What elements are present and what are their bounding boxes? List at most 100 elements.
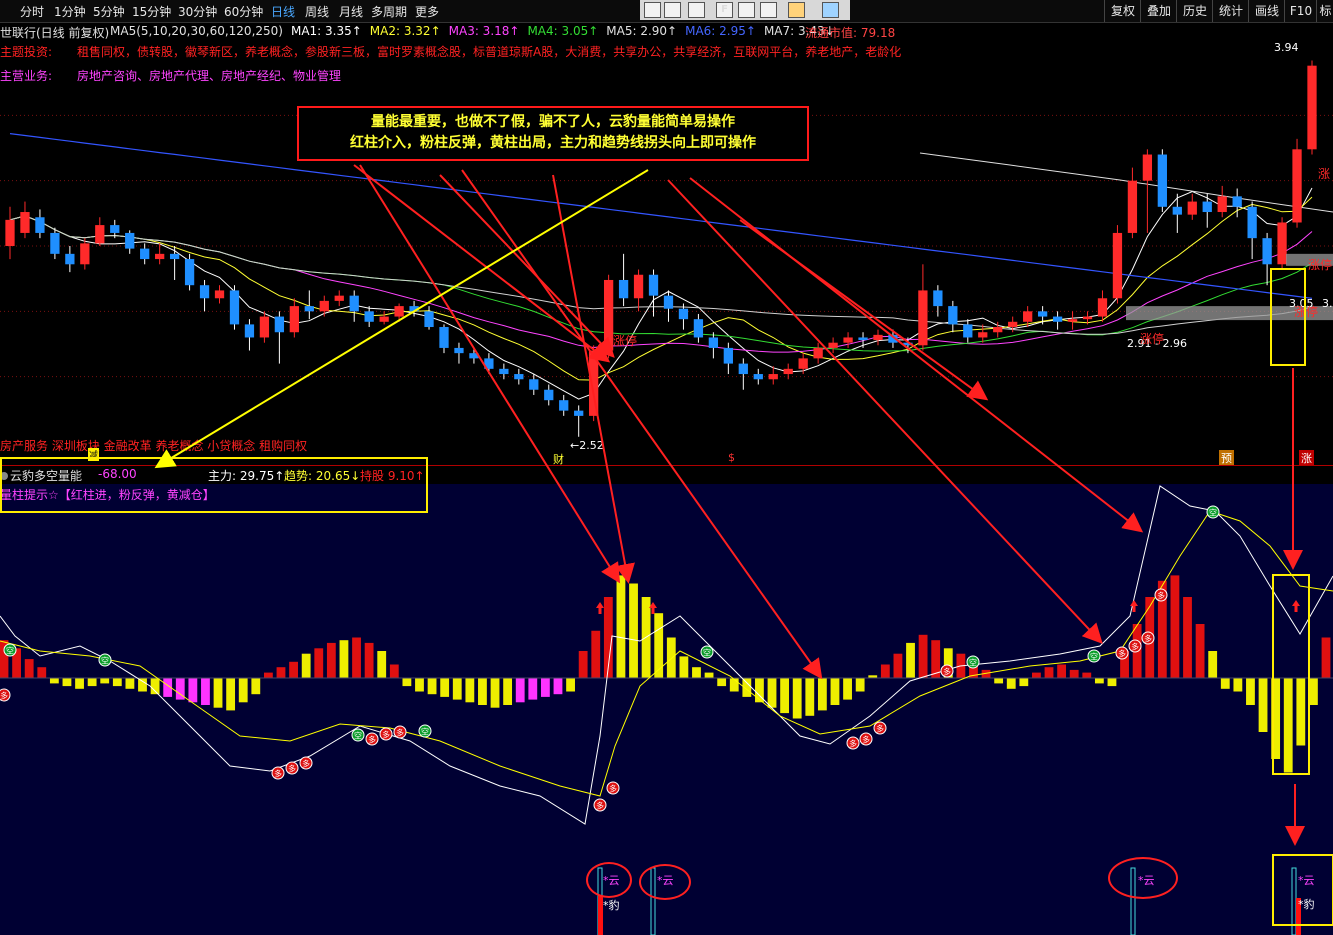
split-icon[interactable]	[688, 2, 705, 18]
candle-body-49	[738, 363, 748, 375]
business-text: 房地产咨询、房地产代理、房地产经纪、物业管理	[77, 69, 342, 83]
volume-bar-15	[188, 678, 198, 703]
ma-legend-item-4: MA4: 3.05↑	[527, 24, 599, 38]
formula-icon[interactable]: F	[716, 2, 733, 18]
pen-icon[interactable]	[822, 2, 839, 18]
toolbar-button-3[interactable]: 统计	[1212, 0, 1249, 22]
low-price-label: ←2.52	[570, 439, 604, 452]
candle-body-31	[469, 353, 479, 359]
volume-bar-70	[880, 664, 890, 678]
toolbar-button-1[interactable]: 叠加	[1140, 0, 1177, 22]
save-icon[interactable]	[760, 2, 777, 18]
candle-body-26	[394, 306, 404, 317]
volume-bar-26	[326, 642, 336, 678]
palette-icon[interactable]	[788, 2, 805, 18]
volume-bar-84	[1057, 664, 1067, 678]
toolbar-button-4[interactable]: 画线	[1248, 0, 1285, 22]
bao-signal-4: *豹	[1298, 898, 1315, 911]
candle-body-53	[798, 358, 808, 369]
volume-bar-21	[263, 672, 273, 678]
candle-body-13	[199, 285, 210, 299]
volume-bar-87	[1094, 678, 1104, 684]
volume-bar-52	[654, 613, 664, 678]
volume-bar-10	[125, 678, 135, 689]
strategy-callout: 量能最重要，也做不了假，骗不了人，云豹量能简单易操作 红柱介入，粉柱反弹，黄柱出…	[297, 106, 809, 161]
volume-bar-88	[1107, 678, 1117, 687]
volume-bar-93	[1170, 575, 1180, 678]
ma-legend: MA5(5,10,20,30,60,120,250) MA1: 3.35↑ MA2:…	[110, 24, 843, 40]
volume-bar-8	[100, 678, 110, 684]
volume-bar-7	[87, 678, 97, 687]
duo-badge-text-9: 多	[849, 739, 857, 749]
volume-bar-45	[566, 678, 575, 692]
ma-legend-item-1: MA1: 3.35↑	[290, 24, 362, 38]
toolbar-button-2[interactable]: 历史	[1176, 0, 1213, 22]
price-chart[interactable]	[0, 22, 1333, 466]
volume-bar-37	[465, 678, 475, 703]
period-tab-1[interactable]: 1分钟	[54, 3, 86, 20]
volume-bar-81	[1019, 678, 1029, 687]
volume-bar-6	[75, 678, 84, 689]
yun-signal-3: *云	[1138, 874, 1155, 887]
candle-body-72	[1082, 316, 1093, 320]
bao-signal-1: *豹	[603, 899, 620, 912]
candle-body-42	[633, 274, 644, 299]
candle-body-4	[65, 253, 75, 265]
candle-body-35	[529, 379, 539, 390]
ma-legend-item-6: MA6: 2.95↑	[685, 24, 756, 38]
period-tab-7[interactable]: 周线	[305, 3, 329, 20]
volume-bar-46	[578, 651, 588, 678]
period-tab-3[interactable]: 15分钟	[132, 3, 171, 20]
period-tab-9[interactable]: 多周期	[371, 3, 407, 20]
duo-badge-text-4: 多	[368, 735, 376, 745]
period-tab-5[interactable]: 60分钟	[224, 3, 263, 20]
volume-bar-72	[906, 642, 915, 678]
toolbar-button-0[interactable]: 复权	[1104, 0, 1141, 22]
period-tab-4[interactable]: 30分钟	[178, 3, 217, 20]
duo-badge-text-11: 多	[876, 724, 884, 734]
candle-body-17	[259, 316, 270, 338]
candle-body-63	[948, 306, 958, 325]
candle-body-37	[559, 400, 569, 411]
volume-bar-43	[540, 678, 550, 697]
candle-body-58	[873, 334, 883, 341]
volume-bar-31	[389, 664, 399, 678]
period-tab-10[interactable]: 更多	[415, 3, 439, 20]
layout-icon[interactable]	[664, 2, 681, 18]
volume-bar-50	[629, 583, 638, 678]
volume-bar-4	[49, 678, 59, 684]
price-highlight-box	[1270, 268, 1306, 366]
candle-body-48	[723, 347, 733, 364]
candle-body-75	[1127, 180, 1138, 233]
yun-signal-1: *云	[603, 874, 620, 887]
period-tab-0[interactable]: 分时	[20, 3, 44, 20]
period-tab-8[interactable]: 月线	[339, 3, 363, 20]
candle-body-79	[1187, 201, 1197, 215]
duo-badge-text-16: 多	[1157, 591, 1165, 601]
volume-bar-47	[591, 630, 601, 678]
window-icon[interactable]	[644, 2, 661, 18]
candle-body-8	[125, 232, 135, 249]
period-tab-6[interactable]: 日线	[271, 3, 295, 20]
volume-bar-19	[238, 678, 248, 703]
volume-bar-39	[490, 678, 500, 708]
toolbar-button-6[interactable]: 标	[1316, 0, 1333, 22]
candle-body-70	[1052, 316, 1063, 322]
candle-body-27	[409, 306, 419, 312]
candle-body-71	[1067, 319, 1078, 322]
volume-bar-54	[679, 656, 689, 678]
candle-body-55	[828, 342, 838, 348]
volume-bar-95	[1195, 624, 1205, 678]
volume-bar-33	[415, 678, 424, 692]
candle-body-41	[618, 279, 629, 299]
dividend-marker: $	[728, 451, 735, 464]
period-tab-2[interactable]: 5分钟	[93, 3, 125, 20]
ma-line-annual	[919, 152, 1333, 213]
kong-badge-text-1: 空	[101, 656, 109, 666]
candle-body-76	[1142, 154, 1153, 181]
toolbar-button-5[interactable]: F10	[1284, 0, 1317, 22]
candle-body-21	[319, 300, 329, 312]
volume-bar-27	[339, 640, 349, 678]
candle-body-45	[678, 308, 689, 320]
grid-icon[interactable]	[738, 2, 755, 18]
